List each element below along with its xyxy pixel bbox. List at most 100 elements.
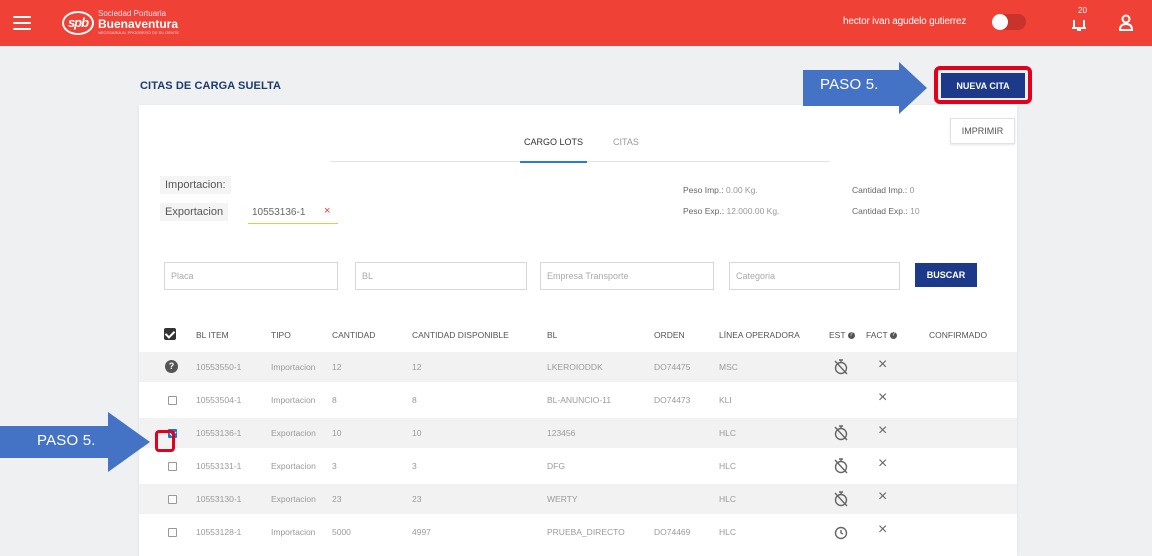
buscar-button[interactable]: BUSCAR bbox=[915, 263, 977, 287]
company-logo[interactable]: spb Sociedad Portuaria Buenaventura NECE… bbox=[62, 10, 179, 35]
exportacion-filter-value: 10553136-1 bbox=[252, 207, 306, 218]
cantidad-imp-value: 0 bbox=[909, 185, 915, 195]
cell-linea-operadora: HLC bbox=[719, 461, 737, 471]
row-checkbox[interactable] bbox=[168, 528, 177, 537]
cell-cantidad: 3 bbox=[332, 461, 337, 471]
notification-count: 20 bbox=[1078, 6, 1087, 15]
cell-tipo: Exportacion bbox=[271, 428, 316, 438]
cell-bl: LKEROIODDK bbox=[547, 362, 603, 372]
row-checkbox[interactable] bbox=[168, 495, 177, 504]
col-bl: BL bbox=[547, 330, 558, 340]
peso-imp-value: 0.00 Kg. bbox=[726, 185, 758, 195]
importacion-filter-label: Importacion: bbox=[160, 176, 231, 194]
cell-bl: 123456 bbox=[547, 428, 576, 438]
table-row: 10553504-1 Importacion 8 8 BL-ANUNCIO-11 DO74… bbox=[139, 385, 1017, 415]
cell-bl: BL-ANUNCIO-11 bbox=[547, 395, 612, 405]
row-checkbox[interactable] bbox=[168, 396, 177, 405]
nueva-cita-highlight bbox=[934, 66, 1032, 104]
cell-bl: PRUEBA_DIRECTO bbox=[547, 527, 625, 537]
cell-bl-item: 10553550-1 bbox=[196, 362, 242, 372]
logo-line2: Buenaventura bbox=[98, 17, 179, 31]
theme-toggle[interactable] bbox=[992, 14, 1026, 30]
fact-x-icon[interactable]: × bbox=[878, 390, 890, 406]
cell-linea-operadora: KLI bbox=[719, 395, 732, 405]
cantidad-exp-value: 10 bbox=[910, 206, 920, 216]
col-cantidad-disponible: CANTIDAD DISPONIBLE bbox=[412, 330, 509, 340]
table-row: 10553136-1 Exportacion 10 10 123456 HLC × bbox=[139, 418, 1017, 448]
cell-cantidad: 23 bbox=[332, 494, 342, 504]
cell-linea-operadora: HLC bbox=[719, 494, 737, 504]
cell-linea-operadora: HLC bbox=[719, 428, 737, 438]
cell-tipo: Exportacion bbox=[271, 494, 316, 504]
stopwatch-off-icon[interactable] bbox=[833, 358, 849, 375]
cell-bl-item: 10553136-1 bbox=[196, 428, 242, 438]
user-icon[interactable] bbox=[1118, 14, 1134, 32]
bl-input[interactable] bbox=[355, 262, 527, 290]
stopwatch-off-icon[interactable] bbox=[833, 490, 849, 507]
empresa-transporte-input[interactable] bbox=[540, 262, 714, 290]
logo-line3: NECESARIA AL PROGRESO DE SU GENTE bbox=[98, 30, 179, 35]
peso-imp: Peso Imp.: 0.00 Kg. bbox=[683, 185, 758, 195]
col-linea-operadora: LÍNEA OPERADORA bbox=[719, 330, 800, 340]
logo-mark: spb bbox=[62, 10, 94, 35]
fact-x-icon[interactable]: × bbox=[878, 489, 890, 505]
annotation-label-top: PASO 5. bbox=[820, 76, 879, 93]
fact-x-icon[interactable]: × bbox=[878, 522, 890, 538]
placa-input[interactable] bbox=[164, 262, 338, 290]
cell-bl: WERTY bbox=[547, 494, 578, 504]
tab-citas[interactable]: CITAS bbox=[613, 135, 639, 162]
exportacion-filter-underline bbox=[248, 223, 338, 224]
cell-linea-operadora: HLC bbox=[719, 527, 737, 537]
cell-cantidad: 10 bbox=[332, 428, 342, 438]
cantidad-exp: Cantidad Exp.: 10 bbox=[852, 206, 920, 216]
cell-tipo: Exportacion bbox=[271, 461, 316, 471]
imprimir-button[interactable]: IMPRIMIR bbox=[950, 118, 1015, 144]
stopwatch-off-icon[interactable] bbox=[833, 424, 849, 441]
cell-cantidad-disponible: 8 bbox=[412, 395, 417, 405]
cell-linea-operadora: MSC bbox=[719, 362, 738, 372]
col-est: EST? bbox=[829, 330, 855, 340]
table-row: ? 10553550-1 Importacion 12 12 LKEROIODDK DO74… bbox=[139, 352, 1017, 382]
help-icon[interactable]: ? bbox=[165, 360, 178, 373]
cell-cantidad-disponible: 12 bbox=[412, 362, 422, 372]
cell-cantidad: 5000 bbox=[332, 527, 351, 537]
col-bl-item: BL ITEM bbox=[196, 330, 229, 340]
cell-cantidad-disponible: 10 bbox=[412, 428, 422, 438]
stopwatch-off-icon[interactable] bbox=[833, 457, 849, 474]
annotation-label-left: PASO 5. bbox=[37, 432, 96, 449]
peso-exp-value: 12.000.00 Kg. bbox=[726, 206, 780, 216]
cell-bl-item: 10553130-1 bbox=[196, 494, 242, 504]
tab-cargo-lots[interactable]: CARGO LOTS bbox=[519, 135, 588, 163]
table-header: BL ITEM TIPO CANTIDAD CANTIDAD DISPONIBL… bbox=[139, 326, 1017, 346]
cell-tipo: Importacion bbox=[271, 395, 316, 405]
page-title: CITAS DE CARGA SUELTA bbox=[140, 80, 282, 92]
fact-x-icon[interactable]: × bbox=[878, 456, 890, 472]
checkbox-highlight bbox=[155, 430, 175, 452]
col-orden: ORDEN bbox=[654, 330, 685, 340]
top-bar: spb Sociedad Portuaria Buenaventura NECE… bbox=[0, 0, 1152, 46]
fact-x-icon[interactable]: × bbox=[878, 357, 890, 373]
fact-info-icon[interactable]: ? bbox=[889, 332, 897, 340]
fact-x-icon[interactable]: × bbox=[878, 423, 890, 439]
row-checkbox[interactable] bbox=[168, 462, 177, 471]
cell-bl-item: 10553131-1 bbox=[196, 461, 242, 471]
cell-bl-item: 10553504-1 bbox=[196, 395, 242, 405]
col-cantidad: CANTIDAD bbox=[332, 330, 376, 340]
tab-bar: CARGO LOTS CITAS bbox=[330, 135, 830, 163]
col-confirmado: CONFIRMADO bbox=[929, 330, 988, 340]
cell-orden: DO74475 bbox=[654, 362, 691, 372]
table-row: 10553131-1 Exportacion 3 3 DFG HLC × bbox=[139, 451, 1017, 481]
cell-orden: DO74469 bbox=[654, 527, 691, 537]
cell-cantidad-disponible: 4997 bbox=[412, 527, 431, 537]
hamburger-menu-icon[interactable] bbox=[13, 16, 31, 30]
cantidad-imp: Cantidad Imp.: 0 bbox=[852, 185, 915, 195]
table-row: 10553128-1 Importacion 5000 4997 PRUEBA_DIRE… bbox=[139, 517, 1017, 547]
col-fact: FACT? bbox=[866, 330, 897, 340]
col-tipo: TIPO bbox=[271, 330, 291, 340]
est-info-icon[interactable]: ? bbox=[847, 332, 855, 340]
bell-icon[interactable] bbox=[1071, 14, 1087, 32]
clock-icon[interactable] bbox=[833, 523, 849, 540]
cell-cantidad-disponible: 23 bbox=[412, 494, 422, 504]
remove-exportacion-filter-icon[interactable]: × bbox=[324, 205, 330, 217]
categoria-input[interactable] bbox=[729, 262, 900, 290]
